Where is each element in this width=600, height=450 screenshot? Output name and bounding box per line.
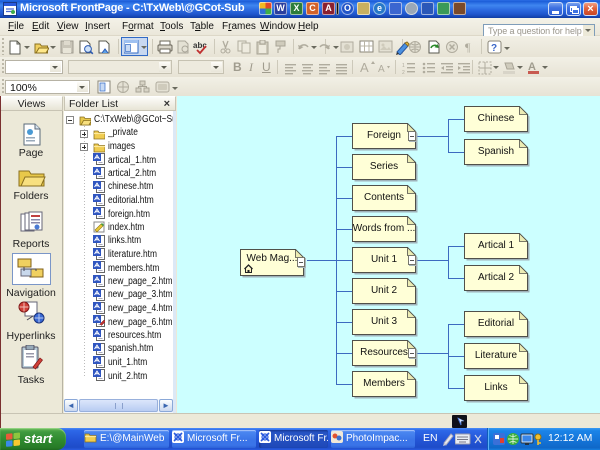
svg-text:¶: ¶ [465,40,471,53]
svg-text:1: 1 [402,63,405,69]
svg-text:2: 2 [402,70,405,75]
svg-text:abc: abc [193,41,207,50]
svg-text:A: A [378,64,385,75]
svg-text:A: A [360,60,369,75]
svg-text:?: ? [491,43,497,54]
